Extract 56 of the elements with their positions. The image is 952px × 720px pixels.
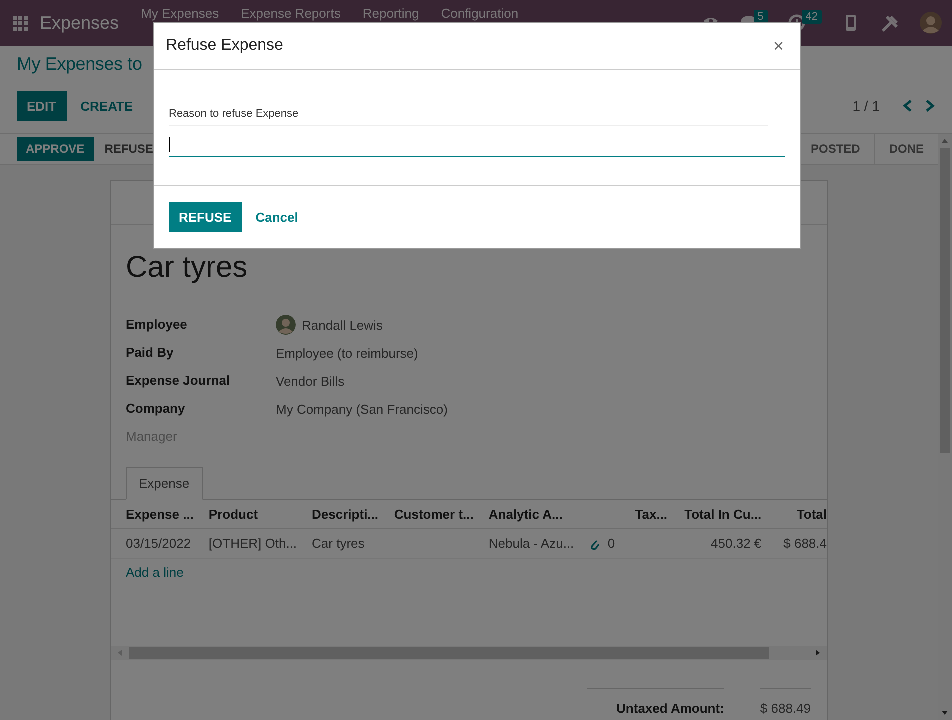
notification-badge: 42 [802,10,822,24]
user-avatar[interactable] [920,12,942,34]
table-cell: 03/15/2022 [126,536,192,552]
create-button[interactable]: CREATE [70,91,144,121]
table-cell: 0 [608,536,616,551]
scroll-right-icon[interactable] [815,649,821,658]
refuse-button[interactable]: REFUSE [169,202,242,232]
apps-menu-icon[interactable] [13,16,28,30]
pager-value: 1 / 1 [852,98,880,114]
cancel-button[interactable]: Cancel [246,202,308,232]
notebook-tab[interactable]: Expense [126,467,203,500]
app-name[interactable]: Expenses [40,12,120,34]
table-cell: $ 688.4 [784,536,827,552]
column-header[interactable]: Expense ... [126,506,194,522]
total-value: $ 688.49 [760,688,811,716]
column-header[interactable]: Customer t... [394,506,474,522]
field-value: Employee (to reimburse) [276,346,418,360]
menu-item[interactable]: My Expenses [141,6,220,21]
menu-item[interactable]: Configuration [441,6,519,21]
dialog-title: Refuse Expense [166,37,284,55]
scroll-down-icon[interactable] [941,710,949,716]
field-value: My Company (San Francisco) [276,402,448,416]
avatar-icon[interactable] [276,315,296,335]
vertical-scrollbar[interactable] [938,134,952,720]
field-label: Expense Journal [126,372,232,390]
add-line-link[interactable]: Add a line [111,559,199,586]
edit-button[interactable]: EDIT [17,91,67,121]
next-icon[interactable] [924,99,936,113]
column-header[interactable]: Total [796,506,827,522]
field-value[interactable]: Randall Lewis [302,318,383,332]
tools-icon[interactable] [880,14,900,32]
column-header[interactable]: Descripti... [312,506,379,522]
table-cell: Nebula - Azu... [488,536,574,552]
column-header[interactable]: Analytic A... [488,506,563,522]
table-cell: [OTHER] Oth... [208,536,298,552]
close-button[interactable]: × [769,36,788,56]
total-label: Untaxed Amount: [586,688,724,716]
column-header[interactable]: Tax... [635,506,668,522]
menu-item[interactable]: Expense Reports [241,6,341,21]
menu-item[interactable]: Reporting [362,6,420,21]
horizontal-scrollbar[interactable] [111,646,827,660]
field-label: Company [126,400,186,418]
column-header[interactable]: Total In Cu... [684,506,762,522]
field-value: Vendor Bills [276,374,345,388]
field-label: Paid By [126,344,175,362]
record-title: Car tyres [125,250,249,286]
previous-icon[interactable] [902,99,914,113]
scroll-up-icon[interactable] [941,138,949,144]
field-label: Employee [126,316,188,334]
refuse-button[interactable]: REFUSE [94,134,154,164]
column-header[interactable]: Product [208,506,258,522]
field-label: Reason to refuse Expense [169,108,768,126]
table-cell: 450.32 € [711,536,762,552]
approve-button[interactable]: APPROVE [17,137,94,161]
table-cell: Car tyres [312,536,365,552]
paperclip-icon[interactable] [590,538,600,552]
